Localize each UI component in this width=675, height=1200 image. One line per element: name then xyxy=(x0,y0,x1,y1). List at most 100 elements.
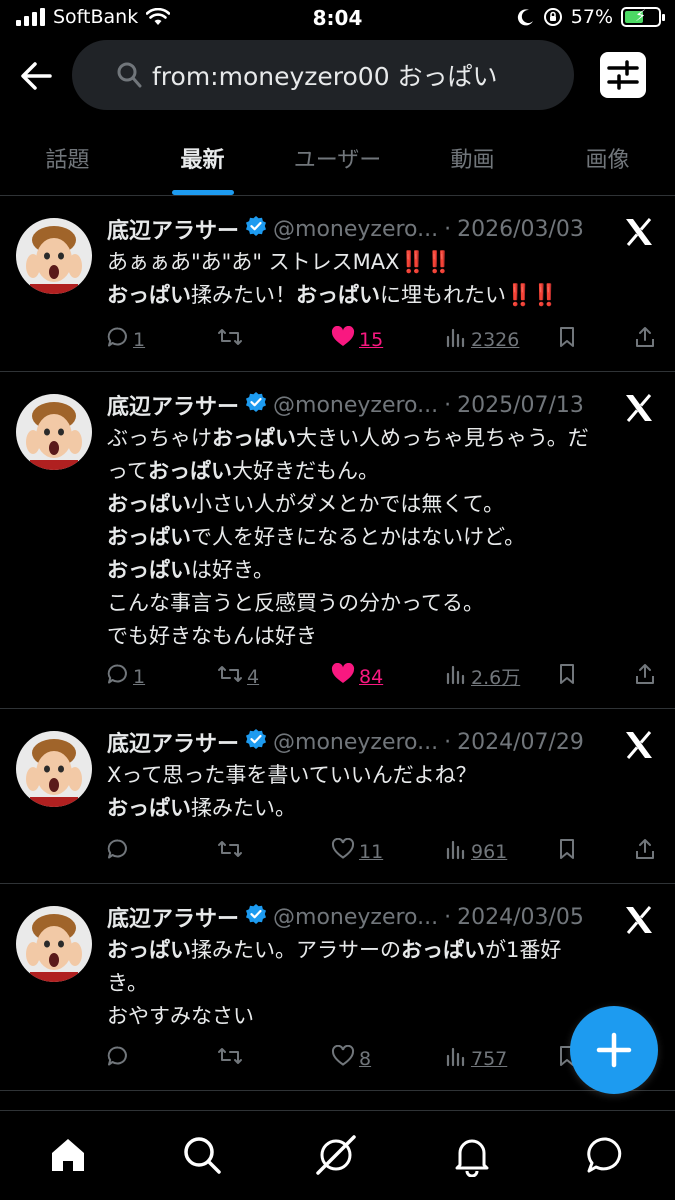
tab-videos[interactable]: 動画 xyxy=(405,118,540,195)
search-input[interactable]: from:moneyzero00 おっぱい xyxy=(72,40,574,110)
compose-button[interactable] xyxy=(570,1006,658,1094)
like-button[interactable]: 15 xyxy=(331,325,384,353)
share-icon xyxy=(634,663,656,690)
nav-search[interactable] xyxy=(180,1133,224,1177)
tweet-content: 底辺アラサー @moneyzero... · 2024/07/29 Xって思った事を書い… xyxy=(107,725,659,825)
repost-button[interactable]: 4 xyxy=(217,663,259,690)
reply-button[interactable] xyxy=(107,838,133,865)
moon-icon xyxy=(517,9,533,26)
filter-button[interactable] xyxy=(600,52,646,98)
tweet[interactable]: 底辺アラサー @moneyzero... · 2026/03/03 あぁぁあ"あ"あ" … xyxy=(0,196,675,372)
reply-icon xyxy=(107,838,129,865)
share-button[interactable] xyxy=(634,326,656,353)
avatar[interactable] xyxy=(16,731,92,807)
verified-badge xyxy=(245,903,267,931)
tweet[interactable]: 底辺アラサー @moneyzero... · 2024/07/29 Xって思った事を書い… xyxy=(0,709,675,884)
highlight-keyword: おっぱい xyxy=(107,283,191,307)
reply-button[interactable]: 1 xyxy=(107,326,145,353)
rotation-lock-icon xyxy=(543,8,562,26)
avatar[interactable] xyxy=(16,218,92,294)
bookmark-button[interactable] xyxy=(557,663,577,690)
author-name[interactable]: 底辺アラサー xyxy=(107,389,239,421)
tweet-date[interactable]: 2024/03/05 xyxy=(457,905,584,930)
share-button[interactable] xyxy=(634,838,656,865)
separator-dot: · xyxy=(444,729,452,755)
views-button[interactable]: 2.6万 xyxy=(445,663,520,690)
author-handle[interactable]: @moneyzero... xyxy=(273,730,438,755)
tweet-date[interactable]: 2025/07/13 xyxy=(457,393,584,418)
tab-trending[interactable]: 話題 xyxy=(0,118,135,195)
sliders-icon xyxy=(607,60,639,90)
like-button[interactable]: 11 xyxy=(331,837,383,865)
separator-dot: · xyxy=(444,392,452,418)
tweet-date[interactable]: 2026/03/03 xyxy=(457,217,584,242)
likes-count: 15 xyxy=(359,328,384,351)
back-button[interactable] xyxy=(16,56,56,96)
reposts-count: 4 xyxy=(247,665,260,688)
reply-button[interactable] xyxy=(107,1045,133,1072)
reply-button[interactable]: 1 xyxy=(107,663,145,690)
share-button[interactable] xyxy=(634,663,656,690)
tweet-text-line: おっぱい揉みたい。アラサーのおっぱいが1番好 xyxy=(107,934,659,967)
heart-icon xyxy=(331,1044,355,1072)
like-button[interactable]: 84 xyxy=(331,662,383,690)
heart-icon xyxy=(331,837,355,865)
author-handle[interactable]: @moneyzero... xyxy=(273,217,438,242)
verified-badge-icon xyxy=(246,904,267,924)
nav-home[interactable] xyxy=(46,1133,90,1177)
tab-users[interactable]: ユーザー xyxy=(270,118,405,195)
repost-button[interactable] xyxy=(217,1045,247,1072)
tweet-actions: 11 961 xyxy=(107,837,659,868)
author-name[interactable]: 底辺アラサー xyxy=(107,901,239,933)
bookmark-icon xyxy=(557,663,577,690)
bottom-navigation xyxy=(0,1110,675,1200)
views-icon xyxy=(445,838,467,865)
text-segment: 大好きだもん。 xyxy=(231,459,379,483)
tab-images[interactable]: 画像 xyxy=(540,118,675,195)
reply-icon xyxy=(107,663,129,690)
views-count: 2.6万 xyxy=(471,667,521,689)
repost-button[interactable] xyxy=(217,838,247,865)
views-button[interactable]: 757 xyxy=(445,1045,507,1072)
avatar[interactable] xyxy=(16,906,92,982)
views-icon xyxy=(445,663,467,690)
highlight-keyword: おっぱい xyxy=(107,558,191,582)
bookmark-button[interactable] xyxy=(557,326,577,353)
tweet-header: 底辺アラサー @moneyzero... · 2026/03/03 xyxy=(107,212,659,246)
verified-badge xyxy=(245,728,267,756)
replies-count: 1 xyxy=(133,328,146,351)
like-button[interactable]: 8 xyxy=(331,1044,371,1072)
nav-messages[interactable] xyxy=(584,1133,628,1177)
bell-icon xyxy=(455,1139,489,1178)
highlight-keyword: おっぱい xyxy=(401,938,485,962)
share-icon xyxy=(634,326,656,353)
author-handle[interactable]: @moneyzero... xyxy=(273,905,438,930)
tab-latest[interactable]: 最新 xyxy=(135,118,270,195)
highlight-keyword: おっぱい xyxy=(107,492,191,516)
author-handle[interactable]: @moneyzero... xyxy=(273,393,438,418)
bookmark-button[interactable] xyxy=(557,838,577,865)
tweet-date[interactable]: 2024/07/29 xyxy=(457,730,584,755)
text-segment: で人を好きになるとかはないけど。 xyxy=(191,525,526,549)
author-name[interactable]: 底辺アラサー xyxy=(107,726,239,758)
nav-notifications[interactable] xyxy=(450,1133,494,1178)
author-name[interactable]: 底辺アラサー xyxy=(107,213,239,245)
verified-badge xyxy=(245,391,267,419)
repost-button[interactable] xyxy=(217,326,247,353)
highlight-keyword: おっぱい xyxy=(212,426,296,450)
status-right: 57% ⚡ xyxy=(517,6,665,28)
views-button[interactable]: 2326 xyxy=(445,326,519,353)
nav-grok[interactable] xyxy=(314,1133,358,1177)
repost-icon xyxy=(217,838,243,865)
home-icon xyxy=(52,1139,84,1171)
highlight-keyword: おっぱい xyxy=(107,796,191,820)
views-button[interactable]: 961 xyxy=(445,838,507,865)
text-segment: に埋もれたい xyxy=(380,283,506,307)
text-segment: って xyxy=(107,459,148,483)
reply-icon xyxy=(107,326,129,353)
highlight-keyword: おっぱい xyxy=(107,938,191,962)
tweet-actions: 1 4 84 2.6万 xyxy=(107,662,659,693)
avatar[interactable] xyxy=(16,394,92,470)
tweet-text-line: こんな事言うと反感買うの分かってる。 xyxy=(107,587,659,620)
tweet[interactable]: 底辺アラサー @moneyzero... · 2025/07/13 ぶっちゃけおっぱい大… xyxy=(0,372,675,709)
